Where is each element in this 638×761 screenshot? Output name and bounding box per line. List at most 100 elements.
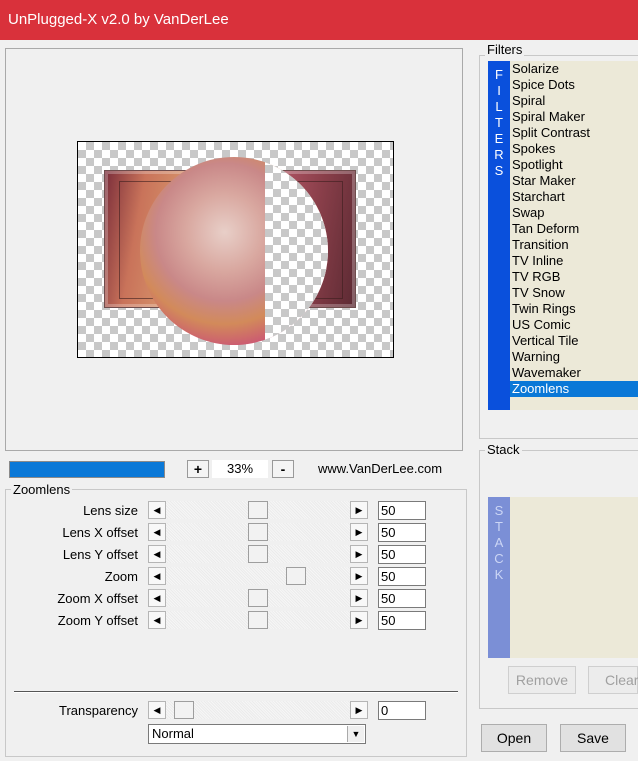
filter-item[interactable]: Solarize [510, 61, 638, 77]
preview-image[interactable] [77, 141, 394, 358]
slider-increase-button[interactable]: ▶ [350, 589, 368, 607]
slider-value-field[interactable]: 50 [378, 611, 426, 630]
slider-value-field[interactable]: 50 [378, 523, 426, 542]
filters-legend: Filters [485, 42, 525, 57]
params-legend: Zoomlens [11, 482, 73, 497]
transparency-increase-button[interactable]: ▶ [350, 701, 368, 719]
slider-value-field[interactable]: 50 [378, 567, 426, 586]
filter-item[interactable]: Vertical Tile [510, 333, 638, 349]
param-slider[interactable]: ◀ ▶ [148, 589, 368, 607]
zoom-lens-disc [140, 157, 328, 345]
param-slider[interactable]: ◀ ▶ [148, 545, 368, 563]
slider-label: Zoom Y offset [57, 613, 138, 628]
filter-item[interactable]: TV Inline [510, 253, 638, 269]
transparency-value-field[interactable]: 0 [378, 701, 426, 720]
slider-decrease-button[interactable]: ◀ [148, 589, 166, 607]
filter-item[interactable]: Spiral [510, 93, 638, 109]
param-slider[interactable]: ◀ ▶ [148, 567, 368, 585]
filter-item[interactable]: Spotlight [510, 157, 638, 173]
slider-decrease-button[interactable]: ◀ [148, 545, 166, 563]
slider-thumb[interactable] [248, 523, 268, 541]
preview-pane[interactable] [5, 48, 463, 451]
param-slider[interactable]: ◀ ▶ [148, 611, 368, 629]
slider-increase-button[interactable]: ▶ [350, 523, 368, 541]
slider-thumb[interactable] [248, 545, 268, 563]
transparency-slider[interactable]: ◀ ▶ [148, 701, 368, 719]
slider-track[interactable] [166, 501, 350, 519]
website-link[interactable]: www.VanDerLee.com [318, 461, 442, 476]
filter-item[interactable]: TV Snow [510, 285, 638, 301]
slider-track[interactable] [166, 545, 350, 563]
filter-item[interactable]: Swap [510, 205, 638, 221]
slider-increase-button[interactable]: ▶ [350, 501, 368, 519]
strip-letter: L [495, 99, 503, 114]
transparency-decrease-button[interactable]: ◀ [148, 701, 166, 719]
strip-letter: T [495, 115, 503, 130]
window-title: UnPlugged-X v2.0 by VanDerLee [8, 11, 229, 28]
zoom-out-button[interactable]: - [272, 460, 294, 478]
transparency-track[interactable] [166, 701, 350, 719]
slider-track[interactable] [166, 589, 350, 607]
chevron-down-icon[interactable]: ▼ [347, 726, 364, 742]
slider-value-field[interactable]: 50 [378, 501, 426, 520]
divider [14, 691, 458, 693]
slider-thumb[interactable] [248, 501, 268, 519]
slider-thumb[interactable] [286, 567, 306, 585]
slider-label: Zoom [104, 569, 138, 584]
slider-label: Zoom X offset [57, 591, 138, 606]
slider-value-field[interactable]: 50 [378, 589, 426, 608]
stack-legend: Stack [485, 442, 522, 457]
slider-thumb[interactable] [248, 611, 268, 629]
clear-button[interactable]: Clear [588, 666, 638, 694]
strip-letter: T [495, 519, 503, 534]
filter-item[interactable]: Spiral Maker [510, 109, 638, 125]
filter-item[interactable]: US Comic [510, 317, 638, 333]
filter-list[interactable]: Solarize Spice Dots Spiral Spiral Maker Spli… [510, 61, 638, 410]
slider-decrease-button[interactable]: ◀ [148, 611, 166, 629]
slider-track[interactable] [166, 523, 350, 541]
slider-track[interactable] [166, 567, 350, 585]
open-button[interactable]: Open [481, 724, 547, 752]
strip-letter: S [494, 163, 504, 178]
filter-item[interactable]: Zoomlens [510, 381, 638, 397]
slider-thumb[interactable] [248, 589, 268, 607]
zoom-in-button[interactable]: + [187, 460, 209, 478]
slider-decrease-button[interactable]: ◀ [148, 523, 166, 541]
filter-item[interactable]: Split Contrast [510, 125, 638, 141]
filter-item[interactable]: Star Maker [510, 173, 638, 189]
remove-button[interactable]: Remove [508, 666, 576, 694]
strip-letter: A [494, 535, 504, 550]
slider-track[interactable] [166, 611, 350, 629]
slider-decrease-button[interactable]: ◀ [148, 501, 166, 519]
param-slider[interactable]: ◀ ▶ [148, 501, 368, 519]
param-slider[interactable]: ◀ ▶ [148, 523, 368, 541]
filter-item[interactable]: Spice Dots [510, 77, 638, 93]
blend-mode-select[interactable]: Normal ▼ [148, 724, 366, 744]
filter-item[interactable]: TV RGB [510, 269, 638, 285]
filter-item[interactable]: Warning [510, 349, 638, 365]
filter-item[interactable]: Twin Rings [510, 301, 638, 317]
slider-increase-button[interactable]: ▶ [350, 545, 368, 563]
progress-fill [10, 462, 164, 477]
slider-label: Lens Y offset [62, 547, 138, 562]
strip-letter: I [497, 83, 501, 98]
strip-letter: S [494, 503, 504, 518]
slider-increase-button[interactable]: ▶ [350, 567, 368, 585]
slider-decrease-button[interactable]: ◀ [148, 567, 166, 585]
progress-bar [9, 461, 165, 478]
save-button[interactable]: Save [560, 724, 626, 752]
filter-item[interactable]: Starchart [510, 189, 638, 205]
zoom-level: 33% [212, 460, 268, 478]
filter-item[interactable]: Tan Deform [510, 221, 638, 237]
filters-strip-letters: FILTERS [488, 61, 510, 179]
stack-strip-letters: STACK [488, 497, 510, 583]
filter-item[interactable]: Transition [510, 237, 638, 253]
slider-increase-button[interactable]: ▶ [350, 611, 368, 629]
filter-item[interactable]: Wavemaker [510, 365, 638, 381]
transparency-label: Transparency [59, 703, 138, 718]
slider-value-field[interactable]: 50 [378, 545, 426, 564]
filter-item[interactable]: Spokes [510, 141, 638, 157]
stack-list[interactable] [510, 497, 638, 658]
transparency-thumb[interactable] [174, 701, 194, 719]
strip-letter: C [494, 551, 504, 566]
